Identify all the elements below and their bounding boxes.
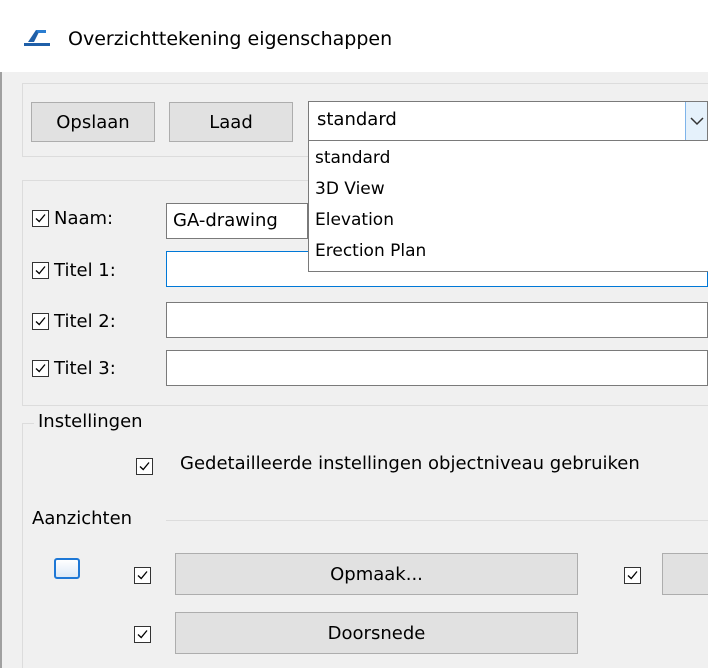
preset-combobox-value: standard [317, 109, 397, 130]
views-group-label: Aanzichten [32, 508, 133, 529]
view-window-icon [54, 558, 80, 579]
title3-label: Titel 3: [54, 358, 116, 379]
window-title: Overzichttekening eigenschappen [68, 28, 393, 50]
settings-group-label: Instellingen [38, 411, 143, 432]
title3-field[interactable] [166, 350, 708, 386]
settings-group-line-left [22, 423, 34, 424]
second-view-checkbox[interactable] [624, 567, 641, 584]
name-field[interactable]: GA-drawing [166, 203, 308, 239]
title2-checkbox[interactable] [32, 313, 49, 330]
name-checkbox[interactable] [32, 210, 49, 227]
preset-option-elevation[interactable]: Elevation [315, 210, 394, 230]
section-checkbox[interactable] [134, 626, 151, 643]
title2-field[interactable] [166, 302, 708, 338]
preset-dropdown-list: standard 3D View Elevation Erection Plan [308, 140, 708, 272]
preset-combobox[interactable]: standard [308, 101, 708, 141]
preset-option-3d-view[interactable]: 3D View [315, 179, 385, 199]
detailed-settings-checkbox[interactable] [136, 458, 153, 475]
preset-option-erection-plan[interactable]: Erection Plan [315, 241, 426, 261]
settings-group-border [22, 423, 23, 668]
views-group-line [166, 520, 708, 521]
title1-label: Titel 1: [54, 260, 116, 281]
drawing-app-icon [24, 27, 50, 47]
section-button[interactable]: Doorsnede [175, 612, 578, 654]
title2-label: Titel 2: [54, 311, 116, 332]
detailed-settings-label: Gedetailleerde instellingen objectniveau… [180, 453, 640, 474]
title3-checkbox[interactable] [32, 360, 49, 377]
layout-button[interactable]: Opmaak... [175, 553, 578, 595]
layout-checkbox[interactable] [134, 567, 151, 584]
preset-option-standard[interactable]: standard [315, 148, 390, 168]
load-button[interactable]: Laad [169, 102, 293, 142]
save-button[interactable]: Opslaan [31, 102, 155, 142]
chevron-down-icon[interactable] [685, 102, 707, 140]
title1-checkbox[interactable] [32, 262, 49, 279]
name-field-value: GA-drawing [173, 210, 278, 231]
name-label: Naam: [54, 208, 114, 229]
second-view-button[interactable] [662, 553, 708, 595]
